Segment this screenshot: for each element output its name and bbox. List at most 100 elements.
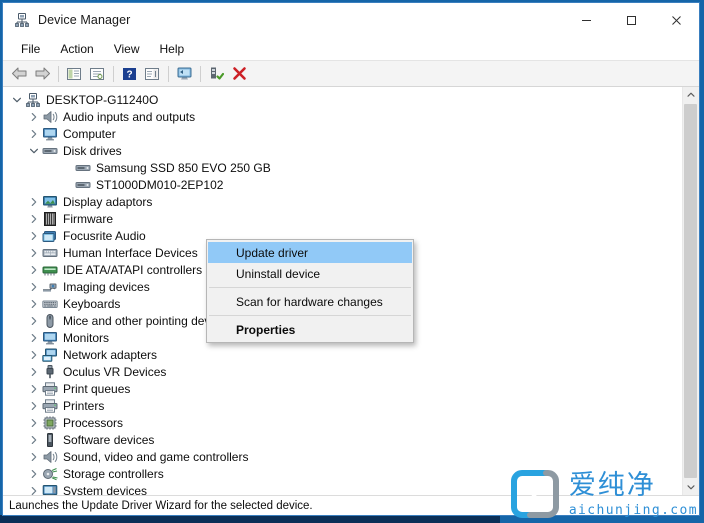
tree-row-label: Imaging devices (63, 279, 150, 295)
svg-text:?: ? (126, 69, 132, 80)
tree-row-label: Oculus VR Devices (63, 364, 166, 380)
toolbar-separator (58, 66, 59, 82)
menu-view[interactable]: View (104, 40, 150, 58)
tree-row[interactable]: Firmware (3, 210, 682, 227)
chevron-right-icon[interactable] (26, 194, 42, 210)
tree-row-label: Print queues (63, 381, 130, 397)
chevron-right-icon[interactable] (26, 381, 42, 397)
computer-icon (25, 92, 41, 108)
tree-spacer (59, 160, 75, 176)
chevron-right-icon[interactable] (26, 330, 42, 346)
content-area: DESKTOP-G11240OAudio inputs and outputsC… (3, 87, 699, 495)
firmware-icon (42, 211, 58, 227)
tree-row[interactable]: Sound, video and game controllers (3, 448, 682, 465)
properties-icon[interactable] (86, 63, 108, 84)
monitor-icon (42, 126, 58, 142)
menu-action[interactable]: Action (50, 40, 103, 58)
toolbar-separator (200, 66, 201, 82)
chevron-down-icon[interactable] (9, 92, 25, 108)
chevron-right-icon[interactable] (26, 109, 42, 125)
context-menu-item[interactable]: Scan for hardware changes (208, 291, 412, 312)
menu-bar: File Action View Help (3, 38, 699, 60)
menu-help[interactable]: Help (150, 40, 195, 58)
hid-icon (42, 245, 58, 261)
chevron-right-icon[interactable] (26, 245, 42, 261)
tree-row[interactable]: Printers (3, 397, 682, 414)
forward-icon[interactable] (31, 63, 53, 84)
tree-row[interactable]: Software devices (3, 431, 682, 448)
chevron-right-icon[interactable] (26, 398, 42, 414)
tree-row-label: Software devices (63, 432, 154, 448)
chevron-right-icon[interactable] (26, 296, 42, 312)
chevron-right-icon[interactable] (26, 126, 42, 142)
chevron-down-icon[interactable] (26, 143, 42, 159)
minimize-button[interactable] (564, 3, 609, 37)
show-hide-action-pane-icon[interactable] (141, 63, 163, 84)
disk-icon (75, 177, 91, 193)
tree-row[interactable]: Processors (3, 414, 682, 431)
menu-file[interactable]: File (11, 40, 50, 58)
help-icon[interactable]: ? (118, 63, 140, 84)
storage-controller-icon (42, 466, 58, 482)
window-title: Device Manager (38, 13, 130, 27)
chevron-right-icon[interactable] (26, 262, 42, 278)
status-text: Launches the Update Driver Wizard for th… (9, 500, 313, 512)
aichunjing-logo-icon (510, 469, 560, 519)
context-menu-item-label: Scan for hardware changes (236, 295, 383, 309)
scan-for-hardware-changes-icon[interactable] (173, 63, 195, 84)
context-menu-item-label: Update driver (236, 246, 308, 260)
speaker-icon (42, 449, 58, 465)
update-driver-icon[interactable] (205, 63, 227, 84)
chevron-right-icon[interactable] (26, 415, 42, 431)
watermark: 爱纯净 aichunjing.com (510, 469, 698, 519)
chevron-right-icon[interactable] (26, 466, 42, 482)
show-hide-console-tree-icon[interactable] (63, 63, 85, 84)
chevron-right-icon[interactable] (26, 449, 42, 465)
chevron-right-icon[interactable] (26, 211, 42, 227)
camera-icon (42, 279, 58, 295)
scroll-up-button[interactable] (683, 87, 699, 103)
printer-icon (42, 381, 58, 397)
tree-row[interactable]: Samsung SSD 850 EVO 250 GB (3, 159, 682, 176)
device-manager-window: Device Manager File Action View Help (2, 2, 700, 516)
tree-row[interactable]: Computer (3, 125, 682, 142)
context-menu-item[interactable]: Uninstall device (208, 263, 412, 284)
tree-row[interactable]: Audio inputs and outputs (3, 108, 682, 125)
toolbar: ? (3, 60, 699, 87)
tree-row-label: Computer (63, 126, 116, 142)
tree-row-label: Display adaptors (63, 194, 152, 210)
tree-spacer (59, 177, 75, 193)
tree-row-label: IDE ATA/ATAPI controllers (63, 262, 202, 278)
usb-device-icon (42, 364, 58, 380)
tree-row[interactable]: Print queues (3, 380, 682, 397)
chevron-right-icon[interactable] (26, 432, 42, 448)
chevron-right-icon[interactable] (26, 483, 42, 496)
context-menu-item[interactable]: Properties (208, 319, 412, 340)
chevron-right-icon[interactable] (26, 313, 42, 329)
context-menu-item[interactable]: Update driver (208, 242, 412, 263)
chevron-right-icon[interactable] (26, 364, 42, 380)
menu-separator (209, 315, 411, 316)
processor-icon (42, 415, 58, 431)
tree-row-label: Samsung SSD 850 EVO 250 GB (96, 160, 271, 176)
tree-row-label: Focusrite Audio (63, 228, 146, 244)
chevron-right-icon[interactable] (26, 279, 42, 295)
context-menu[interactable]: Update driver Uninstall device Scan for ha… (206, 239, 414, 343)
tree-row[interactable]: Oculus VR Devices (3, 363, 682, 380)
close-button[interactable] (654, 3, 699, 37)
scrollbar-thumb[interactable] (684, 104, 697, 478)
chevron-right-icon[interactable] (26, 228, 42, 244)
tree-row-root[interactable]: DESKTOP-G11240O (3, 91, 682, 108)
tree-row[interactable]: ST1000DM010-2EP102 (3, 176, 682, 193)
back-icon[interactable] (8, 63, 30, 84)
context-menu-item-label: Uninstall device (236, 267, 320, 281)
tree-row-label: Human Interface Devices (63, 245, 198, 261)
tree-row[interactable]: Network adapters (3, 346, 682, 363)
chevron-right-icon[interactable] (26, 347, 42, 363)
tree-row[interactable]: Display adaptors (3, 193, 682, 210)
vertical-scrollbar[interactable] (682, 87, 699, 495)
tree-row[interactable]: Disk drives (3, 142, 682, 159)
uninstall-device-icon[interactable] (228, 63, 250, 84)
maximize-button[interactable] (609, 3, 654, 37)
disk-icon (42, 143, 58, 159)
